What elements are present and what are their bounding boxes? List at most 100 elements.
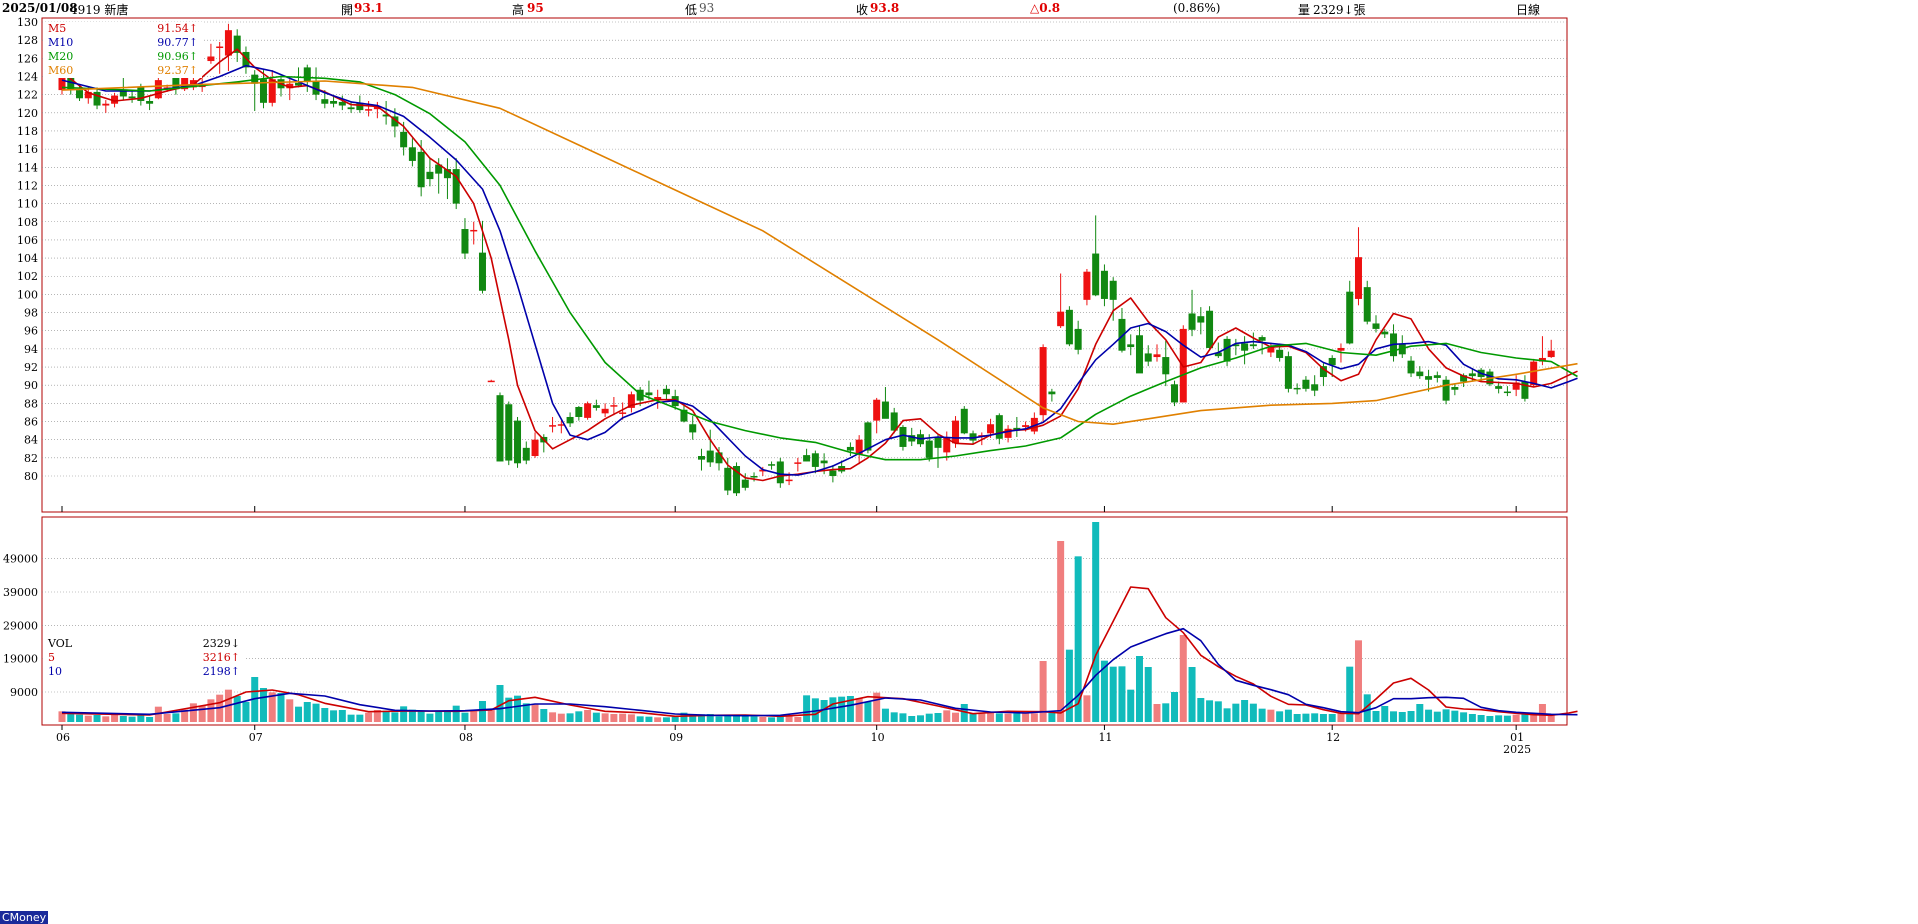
- legend-label: M20: [48, 50, 74, 63]
- candle-body: [102, 103, 110, 106]
- candle-body: [1197, 316, 1205, 323]
- candle-body: [224, 30, 232, 56]
- volume-bar: [295, 706, 303, 722]
- candle-body: [496, 395, 504, 462]
- candle-body: [1293, 387, 1301, 390]
- candle-body: [321, 99, 329, 104]
- volume-bar: [724, 715, 732, 722]
- candle-body: [584, 403, 592, 418]
- candle-body: [128, 96, 136, 99]
- volume-bar: [1223, 708, 1231, 722]
- volume-bar: [303, 702, 311, 722]
- volume-bar: [84, 715, 92, 722]
- price-tick-label: 128: [17, 34, 38, 47]
- volume-bar: [1381, 706, 1389, 722]
- volume-bar: [1030, 713, 1038, 722]
- x-axis-label: 09: [669, 731, 683, 744]
- volume-bar: [207, 699, 215, 722]
- candle-body: [820, 460, 828, 464]
- x-axis-label: 08: [459, 731, 473, 744]
- volume-bar: [233, 696, 241, 722]
- legend-m60: M60 92.37↑: [44, 64, 202, 78]
- candle-body: [1372, 323, 1380, 329]
- price-tick-label: 112: [17, 179, 38, 192]
- volume-bar: [128, 716, 136, 722]
- candle-body: [1092, 253, 1100, 296]
- volume-bar: [566, 713, 574, 722]
- volume-bar: [1477, 715, 1485, 722]
- legend-value: 90.96↑: [157, 50, 198, 63]
- candle-body: [987, 424, 995, 434]
- candle-body: [1171, 384, 1179, 403]
- candle-body: [1442, 379, 1450, 401]
- candle-body: [408, 147, 416, 161]
- volume-bar: [1013, 713, 1021, 722]
- legend-label: M10: [48, 36, 74, 49]
- volume-bar: [881, 708, 889, 722]
- volume-bar: [259, 688, 267, 722]
- price-tick-label: 96: [24, 325, 38, 338]
- volume-bar: [163, 714, 171, 722]
- candle-body: [1276, 349, 1284, 358]
- legend-value: 91.54↑: [157, 22, 198, 35]
- volume-bar: [347, 714, 355, 722]
- volume-bar: [584, 710, 592, 722]
- candle-body: [1433, 375, 1441, 378]
- legend-label: VOL: [48, 637, 73, 650]
- price-tick-label: 80: [24, 470, 38, 483]
- volume-bar: [1486, 716, 1494, 722]
- candle-body: [1337, 347, 1345, 351]
- legend-v10: 10 2198↑: [44, 665, 244, 679]
- legend-label: M5: [48, 22, 67, 35]
- candle-body: [1048, 391, 1056, 395]
- candle-body: [1468, 373, 1476, 377]
- legend-m10: M10 90.77↑: [44, 36, 202, 50]
- volume-bar: [198, 705, 206, 722]
- volume-bar: [1135, 656, 1143, 722]
- legend-vol: VOL 2329↓: [44, 637, 244, 651]
- price-tick-label: 114: [17, 161, 38, 174]
- volume-bar: [1302, 713, 1310, 722]
- volume-bar: [549, 712, 557, 722]
- volume-bar: [943, 710, 951, 722]
- volume-bar: [286, 699, 294, 722]
- candle-body: [803, 455, 811, 462]
- volume-bar: [391, 712, 399, 722]
- legend-value: 90.77↑: [157, 36, 198, 49]
- volume-bar: [1372, 711, 1380, 722]
- volume-bar: [435, 712, 443, 722]
- volume-bar: [1092, 522, 1100, 722]
- legend-value: 2329↓: [202, 637, 240, 650]
- volume-bar: [102, 716, 110, 722]
- brand-badge[interactable]: CMoney: [0, 911, 49, 924]
- candle-body: [1319, 366, 1327, 378]
- x-axis-label: 10: [871, 731, 885, 744]
- volume-bar: [855, 698, 863, 722]
- volume-bar: [1521, 714, 1529, 722]
- candle-body: [514, 420, 522, 464]
- volume-bar: [1171, 692, 1179, 722]
- candle-body: [776, 461, 784, 484]
- volume-bar: [759, 717, 767, 722]
- price-tick-label: 98: [24, 307, 38, 320]
- candle-body: [794, 462, 802, 464]
- volume-bar: [93, 715, 101, 722]
- volume-bar: [1162, 703, 1170, 722]
- candle-body: [1039, 347, 1047, 416]
- volume-bar: [610, 714, 618, 722]
- candle-body: [1451, 387, 1459, 390]
- candle-body: [417, 151, 425, 188]
- legend-label: 10: [48, 665, 62, 678]
- volume-bar: [934, 713, 942, 722]
- volume-bar: [715, 716, 723, 722]
- price-tick-label: 126: [17, 52, 38, 65]
- legend-value: 3216↑: [202, 651, 240, 664]
- volume-bar: [1206, 700, 1214, 722]
- volume-bar: [750, 716, 758, 722]
- volume-bar: [995, 713, 1003, 722]
- volume-tick-label: 39000: [3, 586, 38, 599]
- legend-label: M60: [48, 64, 74, 77]
- candle-body: [601, 408, 609, 414]
- candle-body: [934, 436, 942, 448]
- candle-body: [1057, 311, 1065, 327]
